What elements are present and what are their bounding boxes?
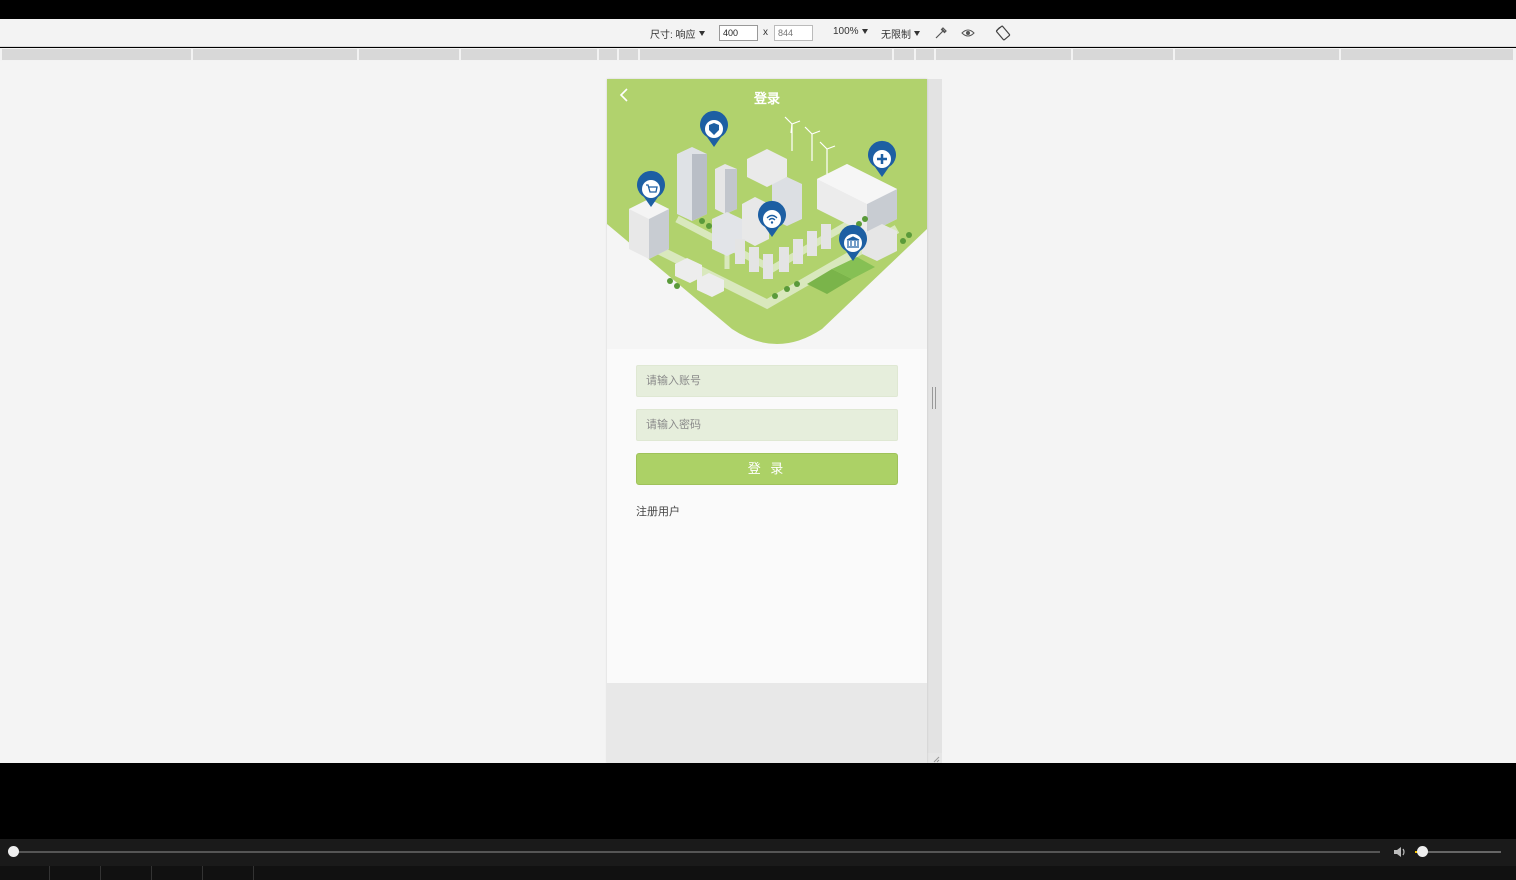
volume-handle[interactable] (1417, 846, 1428, 857)
ruler-segment[interactable] (1175, 49, 1340, 60)
ruler-segment[interactable] (640, 49, 893, 60)
throttle-label: 无限制 (881, 30, 911, 41)
ruler-segment[interactable] (359, 49, 460, 60)
login-button[interactable]: 登 录 (636, 453, 898, 485)
media-player-bar (0, 839, 1516, 866)
password-input[interactable]: 请输入密码 (636, 409, 898, 441)
city-illustration (607, 79, 927, 344)
ruler-segment[interactable] (936, 49, 1072, 60)
taskbar-item[interactable] (50, 866, 101, 880)
chevron-down-icon (914, 31, 920, 36)
register-link[interactable]: 注册用户 (636, 503, 680, 519)
ruler-segment[interactable] (193, 49, 358, 60)
page-title: 登录 (753, 91, 780, 106)
device-toolbar: 尺寸: 响应 x 100% 无限制 (0, 19, 1516, 47)
ruler-segment[interactable] (461, 49, 598, 60)
dimensions-label: 尺寸: 响应 (650, 30, 696, 41)
resize-corner-icon[interactable] (932, 755, 940, 763)
height-input[interactable] (774, 25, 813, 41)
ruler-segment[interactable] (2, 49, 192, 60)
rotate-icon[interactable] (995, 25, 1011, 41)
ruler-segment[interactable] (1073, 49, 1174, 60)
resize-grip-right (932, 387, 936, 409)
taskbar-item[interactable] (203, 866, 254, 880)
ruler-segment[interactable] (916, 49, 935, 60)
device-viewport: 登录 请输入账号 请输入密码 登 录 注册用户 (0, 61, 1516, 763)
bottom-black-area (0, 763, 1516, 839)
ruler-segment[interactable] (599, 49, 618, 60)
seek-handle[interactable] (8, 846, 19, 857)
resize-handle-right[interactable] (927, 79, 942, 763)
zoom-dropdown[interactable]: 100% (833, 26, 868, 37)
width-input[interactable] (719, 25, 758, 41)
seek-bar[interactable] (13, 851, 1380, 853)
taskbar-item[interactable] (152, 866, 203, 880)
ruler-segment[interactable] (619, 49, 639, 60)
taskbar-item[interactable] (0, 866, 50, 880)
media-query-ruler (0, 48, 1516, 61)
taskbar-item[interactable] (101, 866, 152, 880)
eyedropper-icon[interactable] (933, 25, 949, 41)
eye-icon[interactable] (960, 25, 976, 41)
throttle-dropdown[interactable]: 无限制 (881, 26, 920, 41)
ruler-segment[interactable] (1341, 49, 1514, 60)
chevron-down-icon (861, 29, 868, 34)
dimensions-dropdown[interactable]: 尺寸: 响应 (650, 26, 705, 41)
zoom-label: 100% (833, 26, 859, 37)
ruler-segment[interactable] (894, 49, 915, 60)
account-input[interactable]: 请输入账号 (636, 365, 898, 397)
volume-icon[interactable] (1392, 845, 1408, 859)
taskbar (0, 866, 1516, 880)
mobile-app-screen: 登录 请输入账号 请输入密码 登 录 注册用户 (607, 79, 927, 763)
times-sign: x (763, 27, 768, 38)
chevron-down-icon (698, 31, 705, 36)
device-bottom-area (607, 683, 927, 763)
top-black-bar (0, 0, 1516, 19)
